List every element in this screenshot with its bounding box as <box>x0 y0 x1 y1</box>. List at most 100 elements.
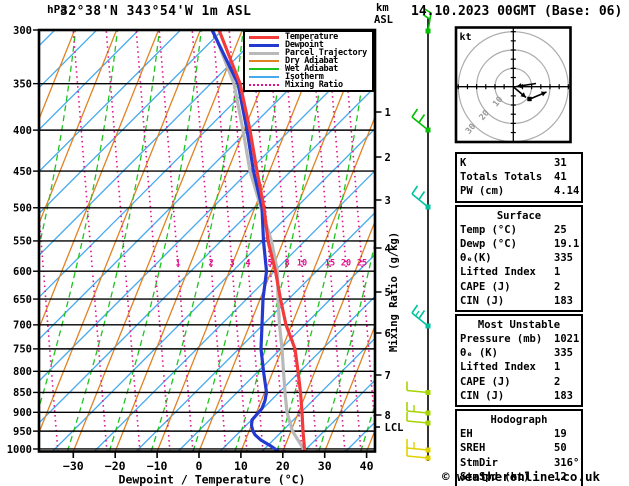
row-value: 1 <box>554 266 561 279</box>
svg-text:1000: 1000 <box>7 444 32 456</box>
svg-text:−20: −20 <box>105 459 126 473</box>
legend-line-sample <box>249 51 279 55</box>
row-value: 183 <box>554 294 573 307</box>
indices-table: K 31 Totals Totals 41 PW (cm) 4.14 Surface Temp… <box>455 152 583 486</box>
svg-text:700: 700 <box>13 320 32 332</box>
datetime-title: 14.10.2023 00GMT (Base: 06) <box>411 4 623 19</box>
svg-text:40: 40 <box>360 459 374 473</box>
row-value: 1 <box>554 361 561 374</box>
legend-line-sample <box>249 84 279 86</box>
table-row: CAPE (J) 2 <box>460 375 578 389</box>
indices-section: Most Unstable Pressure (mb) 1021 θₑ (K) 335 L… <box>455 313 583 407</box>
row-value: 50 <box>554 442 567 455</box>
skewt-sounding-page: 1 2 3 4 5 8 10 15 20 25 300 350 400 450 500 550 600 650 70… <box>0 0 629 486</box>
svg-text:LCL: LCL <box>385 422 404 434</box>
svg-text:−30: −30 <box>63 459 84 473</box>
table-row: EH 19 <box>460 427 578 441</box>
svg-text:7: 7 <box>385 370 391 382</box>
table-row: K 31 <box>460 156 578 170</box>
row-label: θₑ(K) <box>460 252 492 265</box>
copyright-note: © weatheronline.co.uk <box>442 469 601 484</box>
svg-text:25: 25 <box>357 259 367 269</box>
svg-text:30: 30 <box>464 122 478 136</box>
svg-text:3: 3 <box>385 195 391 207</box>
row-label: Totals Totals <box>460 171 543 184</box>
temperature-axis: −30 −20 −10 0 10 20 30 40 Dewpoint / Temperature… <box>63 451 374 486</box>
svg-text:800: 800 <box>13 366 32 378</box>
svg-text:950: 950 <box>13 426 32 438</box>
wind-barb-icon <box>406 381 431 395</box>
legend-box: Temperature Dewpoint Parcel Trajectory Dry … <box>243 30 374 92</box>
row-label: Temp (°C) <box>460 223 517 236</box>
svg-text:10: 10 <box>297 259 307 269</box>
row-value: 41 <box>554 171 567 184</box>
svg-text:15: 15 <box>325 259 335 269</box>
table-row: CIN (J) 183 <box>460 389 578 403</box>
row-label: Lifted Index <box>460 266 536 279</box>
svg-text:500: 500 <box>13 203 32 215</box>
svg-text:1: 1 <box>175 259 180 269</box>
row-value: 183 <box>554 389 573 402</box>
altitude-axis-asl: ASL <box>374 14 393 26</box>
wind-barb-icon <box>406 402 431 416</box>
row-value: 335 <box>554 252 573 265</box>
svg-text:Dewpoint / Temperature (°C): Dewpoint / Temperature (°C) <box>119 473 306 486</box>
table-row: Temp (°C) 25 <box>460 223 578 237</box>
svg-text:8: 8 <box>284 259 289 269</box>
svg-text:20: 20 <box>276 459 290 473</box>
svg-text:3: 3 <box>229 259 234 269</box>
indices-section: Surface Temp (°C) 25 Dewp (°C) 19.1 θₑ(K) 335 L… <box>455 204 583 312</box>
indices-section: K 31 Totals Totals 41 PW (cm) 4.14 <box>455 152 583 203</box>
row-label: Lifted Index <box>460 361 536 374</box>
svg-text:10: 10 <box>491 95 505 109</box>
row-label: Dewp (°C) <box>460 237 517 250</box>
svg-text:30: 30 <box>318 459 332 473</box>
svg-text:1: 1 <box>385 107 391 119</box>
row-value: 2 <box>554 375 561 388</box>
row-label: CAPE (J) <box>460 280 511 293</box>
section-header: Hodograph <box>490 414 548 426</box>
legend-line-sample <box>249 60 279 62</box>
svg-text:750: 750 <box>13 344 32 356</box>
row-label: K <box>460 157 467 169</box>
legend-line-sample <box>249 76 279 78</box>
svg-text:850: 850 <box>13 387 32 399</box>
row-value: 4.14 <box>554 185 580 198</box>
row-value: 1021 <box>554 333 580 346</box>
hodograph: 102030 kt <box>457 28 570 142</box>
svg-text:20: 20 <box>477 108 491 122</box>
svg-text:−10: −10 <box>147 459 168 473</box>
legend-line-sample <box>249 43 279 47</box>
row-label: CIN (J) <box>460 294 505 307</box>
table-row: CAPE (J) 2 <box>460 280 578 294</box>
station-title: 32°38'N 343°54'W 1m ASL <box>60 4 252 19</box>
row-value: 2 <box>554 280 561 293</box>
wind-barb-column <box>406 7 432 461</box>
legend-item: Mixing Ratio <box>245 80 372 90</box>
pressure-axis: 300 350 400 450 500 550 600 650 700 750 800 850 900 9… <box>7 25 40 456</box>
row-label: PW (cm) <box>460 185 505 198</box>
svg-text:0: 0 <box>196 459 203 473</box>
svg-text:650: 650 <box>13 294 32 306</box>
table-row: Pressure (mb) 1021 <box>460 332 580 346</box>
svg-text:300: 300 <box>13 25 32 37</box>
svg-text:900: 900 <box>13 407 32 419</box>
section-header: Surface <box>496 209 542 222</box>
altitude-axis: 87654321LCLMixing Ratio (g/kg) <box>375 107 403 434</box>
table-row: Totals Totals 41 <box>460 170 578 184</box>
row-value: 19 <box>554 428 567 441</box>
table-row: θₑ(K) 335 <box>460 251 578 265</box>
hodograph-unit-label: kt <box>460 32 472 43</box>
table-row: Lifted Index 1 <box>460 360 578 374</box>
row-value: 25 <box>554 223 567 236</box>
wind-barb-icon <box>406 439 431 453</box>
svg-text:350: 350 <box>13 78 32 90</box>
mixing-ratio-axis-label: Mixing Ratio (g/kg) <box>388 232 400 352</box>
row-label: EH <box>460 428 473 441</box>
svg-text:450: 450 <box>13 166 32 178</box>
row-value: 335 <box>554 347 573 360</box>
svg-text:4: 4 <box>245 259 250 269</box>
svg-text:400: 400 <box>13 125 32 137</box>
table-row: PW (cm) 4.14 <box>460 184 580 198</box>
row-label: θₑ (K) <box>460 347 498 360</box>
